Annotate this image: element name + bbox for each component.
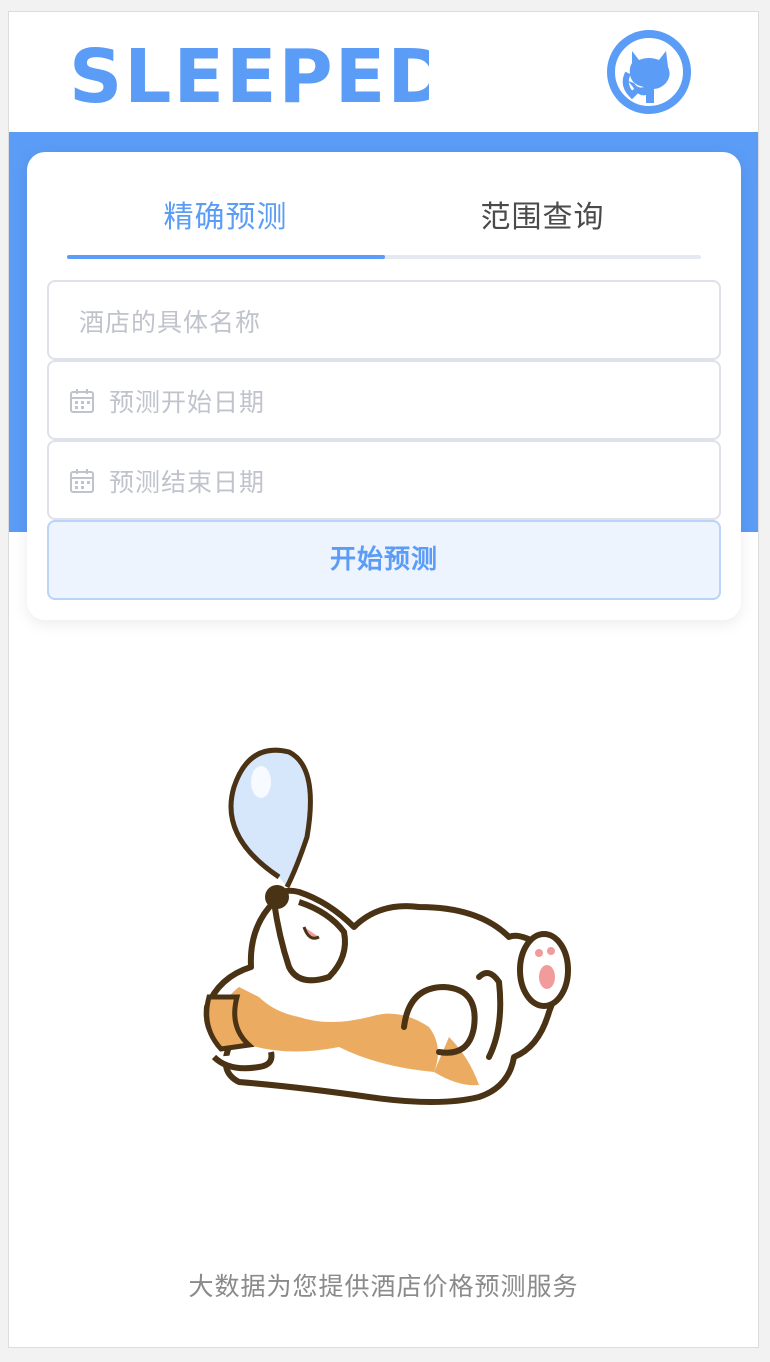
footer-tagline: 大数据为您提供酒店价格预测服务 [188, 1272, 579, 1301]
tab-bar: 精确预测 范围查询 [67, 152, 701, 260]
app-frame: SLEEPED 精确预测 范围查询 酒店的具体名称 预测开始日期 预测结束日期 … [8, 11, 759, 1348]
tab-precise-prediction[interactable]: 精确预测 [67, 192, 384, 236]
hotel-name-placeholder: 酒店的具体名称 [79, 308, 262, 337]
start-prediction-button[interactable]: 开始预测 [47, 520, 721, 600]
github-icon[interactable] [606, 29, 692, 115]
hotel-name-input[interactable]: 酒店的具体名称 [47, 280, 721, 360]
brand-name: SLEEPED [69, 42, 429, 112]
tab-active-indicator [67, 255, 385, 259]
header: SLEEPED [9, 12, 758, 132]
end-date-input[interactable]: 预测结束日期 [47, 440, 721, 520]
calendar-icon [70, 469, 94, 493]
tab-range-query[interactable]: 范围查询 [384, 192, 701, 236]
sleeping-corgi-illustration [179, 727, 579, 1127]
brand-logo-wordmark: SLEEPED [69, 34, 449, 120]
search-card: 精确预测 范围查询 酒店的具体名称 预测开始日期 预测结束日期 开始预测 [27, 152, 741, 620]
start-date-placeholder: 预测开始日期 [109, 388, 266, 417]
end-date-placeholder: 预测结束日期 [109, 468, 266, 497]
calendar-icon [70, 389, 94, 413]
brand-logo[interactable]: SLEEPED [69, 34, 449, 120]
start-date-input[interactable]: 预测开始日期 [47, 360, 721, 440]
